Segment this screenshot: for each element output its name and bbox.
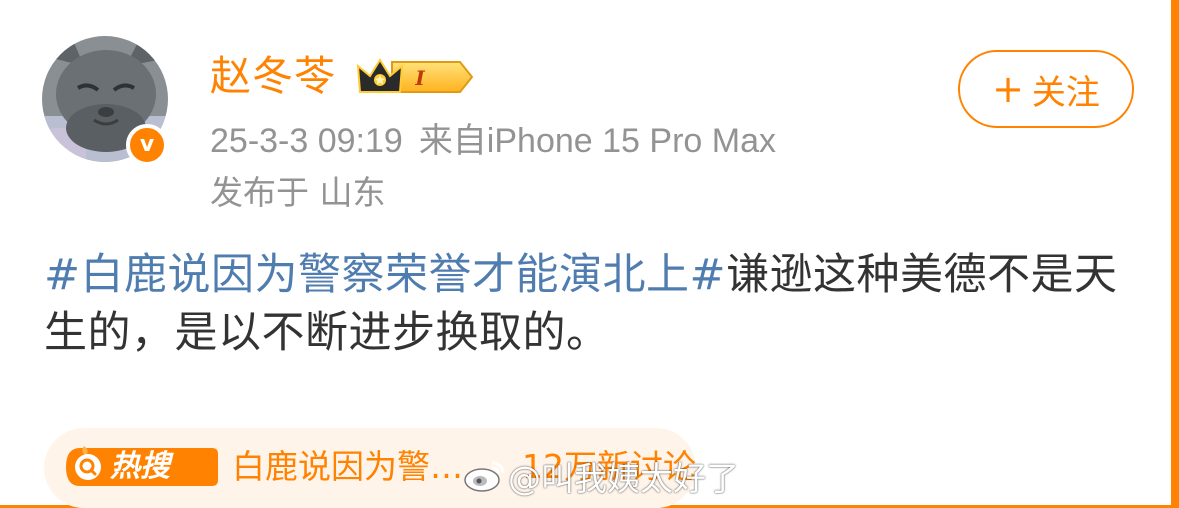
- watermark: @叫我姨太好了: [462, 452, 739, 500]
- verified-badge-icon: v: [126, 124, 168, 166]
- post-location: 发布于 山东: [210, 173, 386, 212]
- topic-hashtag-link[interactable]: #白鹿说因为警察荣誉才能演北上#: [44, 250, 726, 300]
- author-name[interactable]: 赵冬苓: [210, 48, 336, 104]
- level-label: I: [414, 66, 425, 90]
- post-meta: 25-3-3 09:19 来自iPhone 15 Pro Max: [210, 118, 776, 164]
- crown-level-badge-icon[interactable]: I: [356, 56, 474, 98]
- follow-button[interactable]: + 关注: [958, 50, 1134, 128]
- card-edge: [1171, 0, 1179, 505]
- hot-search-title: 白鹿说因为警…: [232, 447, 463, 486]
- post-timestamp: 25-3-3 09:19: [210, 122, 403, 160]
- post-body: #白鹿说因为警察荣誉才能演北上#谦逊这种美德不是天生的，是以不断进步换取的。: [44, 246, 1139, 362]
- plus-icon: +: [992, 67, 1024, 111]
- post-source[interactable]: 来自iPhone 15 Pro Max: [419, 122, 776, 160]
- weibo-logo-icon: [464, 461, 505, 492]
- follow-button-label: 关注: [1031, 72, 1100, 113]
- weibo-post-card: v 赵冬苓 I 25-3-3 09:19 来自iPhone 15 Pro Max …: [0, 0, 1179, 508]
- watermark-text: @叫我姨太好了: [508, 459, 739, 498]
- hot-search-icon-label: 热搜: [110, 449, 170, 484]
